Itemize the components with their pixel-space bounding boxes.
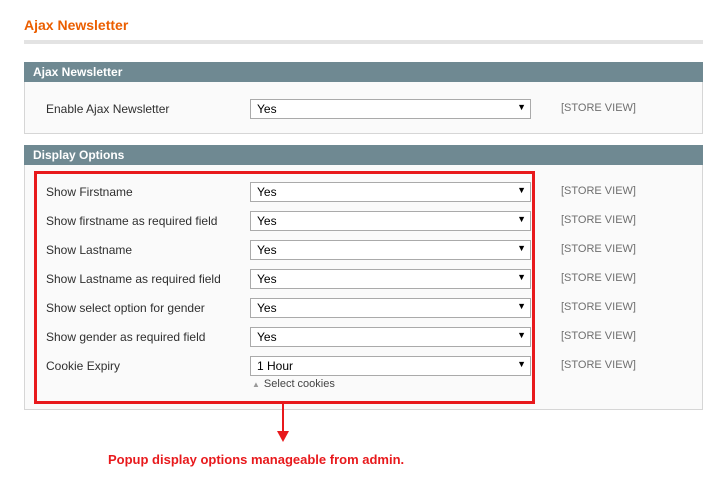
- section-header-ajax-newsletter[interactable]: Ajax Newsletter: [24, 62, 703, 82]
- chevron-down-icon: ▼: [517, 102, 526, 112]
- annotation-caption: Popup display options manageable from ad…: [108, 452, 405, 467]
- scope-label: [STORE VIEW]: [561, 243, 636, 255]
- scope-label: [STORE VIEW]: [561, 272, 636, 284]
- section-header-display-options[interactable]: Display Options: [24, 145, 703, 165]
- enable-ajax-newsletter-select[interactable]: Yes ▼: [250, 99, 531, 119]
- arrow-down-icon: [277, 431, 289, 442]
- field-row-enable-ajax-newsletter: Enable Ajax Newsletter Yes ▼ [STORE VIEW…: [25, 99, 702, 119]
- title-divider: [24, 40, 703, 44]
- scope-label: [STORE VIEW]: [561, 359, 636, 371]
- scope-label: [STORE VIEW]: [561, 102, 636, 114]
- section-body-ajax-newsletter: Enable Ajax Newsletter Yes ▼ [STORE VIEW…: [24, 82, 703, 134]
- annotation-arrow-line: [282, 404, 284, 432]
- select-value: Yes: [257, 102, 277, 116]
- scope-label: [STORE VIEW]: [561, 301, 636, 313]
- page-title: Ajax Newsletter: [24, 17, 129, 33]
- scope-label: [STORE VIEW]: [561, 330, 636, 342]
- annotation-highlight-box: [34, 171, 535, 404]
- field-label: Enable Ajax Newsletter: [46, 102, 170, 116]
- scope-label: [STORE VIEW]: [561, 214, 636, 226]
- scope-label: [STORE VIEW]: [561, 185, 636, 197]
